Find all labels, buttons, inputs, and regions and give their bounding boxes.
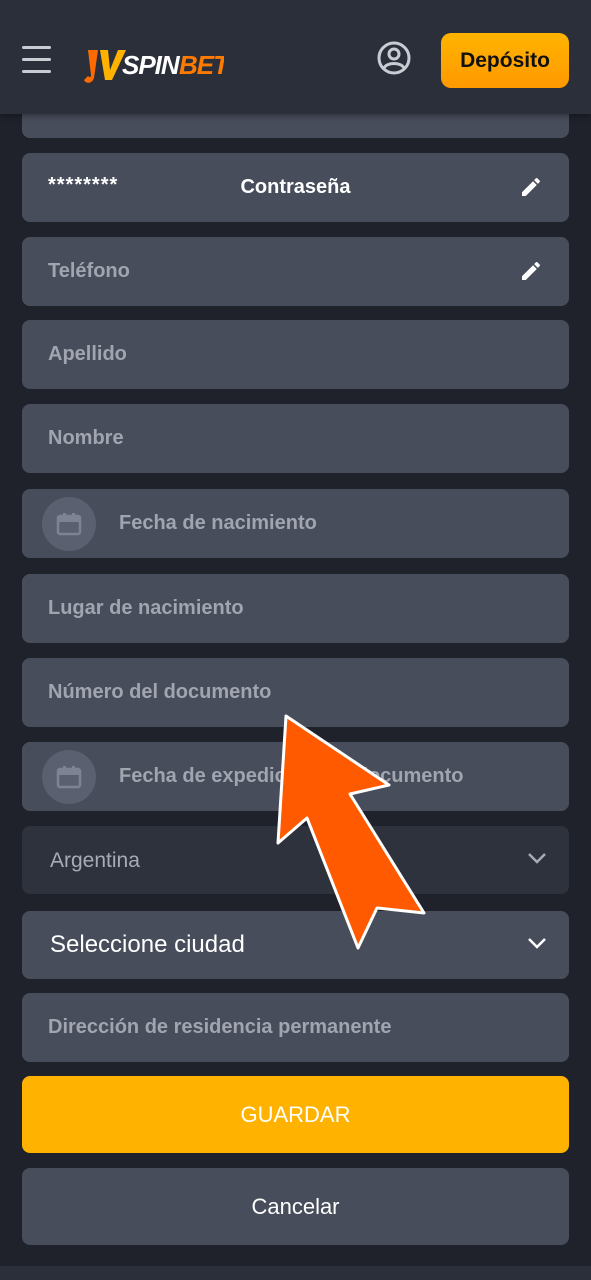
phone-placeholder: Teléfono	[48, 260, 130, 282]
top-header: SPIN BET Depósito	[0, 0, 591, 114]
name-placeholder: Nombre	[48, 427, 124, 449]
city-value: Seleccione ciudad	[50, 931, 245, 958]
user-profile-icon[interactable]	[374, 38, 414, 78]
address-input[interactable]: Dirección de residencia permanente	[22, 993, 569, 1062]
city-select[interactable]: Seleccione ciudad	[22, 911, 569, 979]
calendar-icon[interactable]	[42, 750, 96, 804]
document-issue-date-input[interactable]: Fecha de expedición del documento	[22, 742, 569, 811]
birthplace-placeholder: Lugar de nacimiento	[48, 597, 244, 619]
country-value: Argentina	[50, 849, 140, 872]
surname-placeholder: Apellido	[48, 343, 127, 365]
document-number-placeholder: Número del documento	[48, 681, 272, 703]
birthplace-input[interactable]: Lugar de nacimiento	[22, 574, 569, 643]
bottom-bar	[0, 1266, 591, 1280]
name-input[interactable]: Nombre	[22, 404, 569, 473]
menu-icon[interactable]	[22, 46, 52, 74]
spinbet-logo[interactable]: SPIN BET	[84, 38, 224, 88]
address-placeholder: Dirección de residencia permanente	[48, 1016, 392, 1038]
svg-text:SPIN: SPIN	[122, 50, 181, 80]
document-issue-date-placeholder: Fecha de expedición del documento	[119, 765, 464, 787]
svg-text:BET: BET	[179, 50, 224, 80]
calendar-icon[interactable]	[42, 497, 96, 551]
password-title: Contraseña	[240, 176, 351, 198]
chevron-down-icon	[528, 938, 546, 949]
chevron-down-icon	[528, 853, 546, 864]
birthdate-input[interactable]: Fecha de nacimiento	[22, 489, 569, 558]
country-select[interactable]: Argentina	[22, 826, 569, 894]
edit-pencil-icon[interactable]	[519, 175, 543, 199]
cancel-button[interactable]: Cancelar	[22, 1168, 569, 1245]
phone-field[interactable]: Teléfono	[22, 237, 569, 306]
surname-input[interactable]: Apellido	[22, 320, 569, 389]
password-field[interactable]: ******** Contraseña	[22, 153, 569, 222]
edit-pencil-icon[interactable]	[519, 259, 543, 283]
save-button[interactable]: GUARDAR	[22, 1076, 569, 1153]
profile-form: ******** Contraseña Teléfono Apellido No…	[0, 0, 591, 1280]
birthdate-placeholder: Fecha de nacimiento	[119, 512, 317, 534]
document-number-input[interactable]: Número del documento	[22, 658, 569, 727]
deposit-button[interactable]: Depósito	[441, 33, 569, 88]
